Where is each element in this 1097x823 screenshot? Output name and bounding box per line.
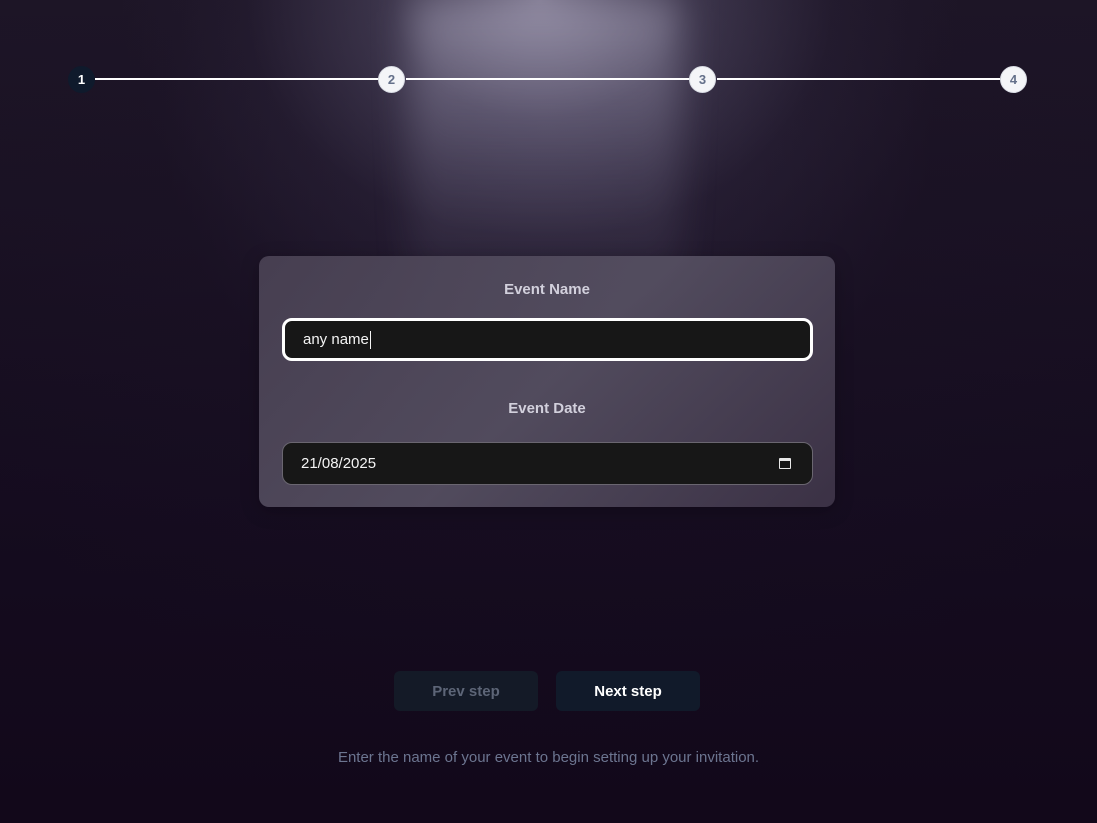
step-2-indicator[interactable]: 2	[378, 66, 405, 93]
stepper-connector	[406, 78, 690, 80]
helper-text: Enter the name of your event to begin se…	[337, 749, 760, 766]
step-4-indicator[interactable]: 4	[1000, 66, 1027, 93]
step-3-indicator[interactable]: 3	[689, 66, 716, 93]
event-name-label: Event Name	[504, 281, 590, 298]
event-date-value: 21/08/2025	[301, 455, 377, 472]
event-name-value: any name	[303, 331, 369, 348]
stepper-connector	[717, 78, 1000, 80]
calendar-icon[interactable]	[779, 458, 791, 469]
event-form-card: Event Name any name Event Date 21/08/202…	[259, 256, 835, 507]
event-date-input[interactable]: 21/08/2025	[282, 442, 813, 485]
event-date-label: Event Date	[508, 400, 586, 417]
step-1-indicator[interactable]: 1	[68, 66, 95, 93]
event-name-input[interactable]: any name	[282, 318, 813, 361]
stepper: 1 2 3 4	[68, 66, 1027, 93]
stepper-connector	[95, 78, 379, 80]
text-caret	[369, 330, 371, 349]
next-step-button[interactable]: Next step	[556, 671, 700, 711]
prev-step-button[interactable]: Prev step	[394, 671, 538, 711]
